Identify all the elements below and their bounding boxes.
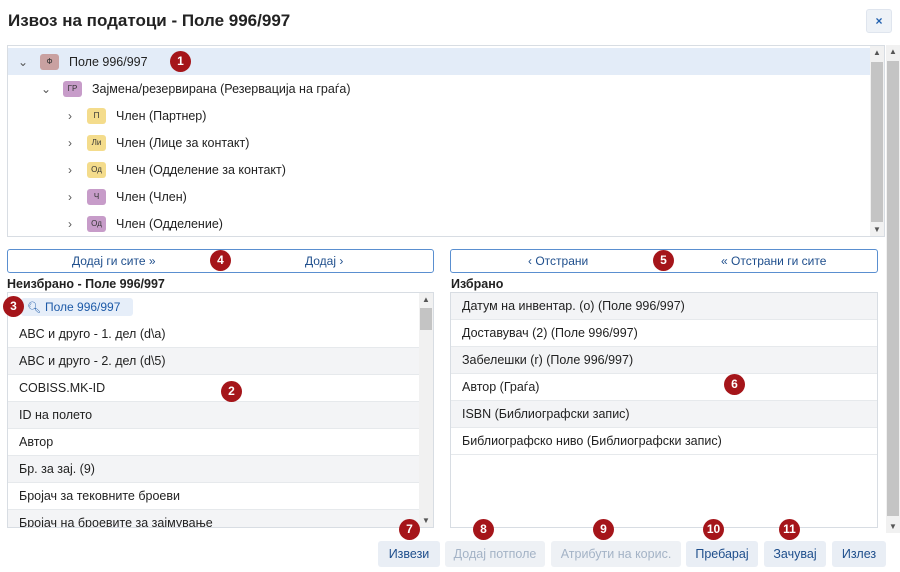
search-button[interactable]: Пребарај [686, 541, 758, 567]
list-item[interactable]: Автор [8, 429, 421, 456]
scroll-thumb[interactable] [871, 62, 883, 222]
exit-button[interactable]: Излез [832, 541, 886, 567]
selected-list[interactable]: Датум на инвентар. (о) (Поле 996/997) До… [450, 292, 878, 528]
add-all-button[interactable]: Додај ги сите » [72, 254, 156, 268]
marker-10: 10 [703, 519, 724, 540]
marker-9: 9 [593, 519, 614, 540]
add-subfield-button[interactable]: Додај потполе [445, 541, 545, 567]
marker-11: 11 [779, 519, 800, 540]
chevron-right-icon[interactable]: › [63, 217, 77, 231]
tree-type-icon: Од [87, 161, 106, 178]
unselected-list-scrollbar[interactable]: ▲ ▼ [419, 293, 433, 527]
dialog-scrollbar-track: ▲ ▼ [886, 45, 900, 533]
export-button[interactable]: Извези [378, 541, 440, 567]
list-item[interactable]: Автор (Граѓа) [451, 374, 877, 401]
scroll-down-icon[interactable]: ▼ [886, 522, 900, 531]
unselected-list[interactable]: ABC и друго - 1. дел (d\a) ABC и друго -… [7, 292, 434, 528]
search-icon: 🔍︎ [27, 301, 41, 314]
list-item[interactable]: Бројач на броевите за зајмување [8, 510, 421, 527]
dialog-title: Извоз на податоци - Поле 996/997 [8, 11, 291, 30]
tree-node[interactable]: › Од Член (Одделение за контакт) [63, 156, 286, 183]
list-item[interactable]: Забелешки (r) (Поле 996/997) [451, 347, 877, 374]
tree-node[interactable]: ⌄ ГР Зајмена/резервирана (Резервација на… [39, 75, 351, 102]
scroll-thumb[interactable] [420, 308, 432, 330]
tree-node-root[interactable]: ⌄ Ф Поле 996/997 [8, 48, 872, 75]
tree-node-label: Поле 996/997 [69, 54, 148, 69]
list-item[interactable]: ID на полето [8, 402, 421, 429]
list-item[interactable]: ISBN (Библиографски запис) [451, 401, 877, 428]
scroll-up-icon[interactable]: ▲ [419, 295, 433, 304]
marker-6: 6 [724, 374, 745, 395]
unselected-pane-title: Неизбрано - Поле 996/997 [7, 277, 165, 291]
list-item[interactable]: ABC и друго - 1. дел (d\a) [8, 321, 421, 348]
search-chip-label: Поле 996/997 [44, 300, 121, 314]
tree-type-icon: Од [87, 215, 106, 232]
tree-node-label: Член (Одделение за контакт) [116, 162, 286, 177]
marker-7: 7 [399, 519, 420, 540]
tree-node-label: Член (Лице за контакт) [116, 135, 250, 150]
scroll-up-icon[interactable]: ▲ [886, 47, 900, 56]
scroll-up-icon[interactable]: ▲ [870, 48, 884, 57]
scroll-thumb[interactable] [887, 61, 899, 516]
chevron-right-icon[interactable]: › [63, 136, 77, 150]
marker-4: 4 [210, 250, 231, 271]
list-item[interactable]: Датум на инвентар. (о) (Поле 996/997) [451, 293, 877, 320]
close-button[interactable]: × [866, 9, 892, 33]
scroll-down-icon[interactable]: ▼ [419, 516, 433, 525]
export-dialog: Извоз на податоци - Поле 996/997 × ⌄ Ф П… [0, 0, 900, 572]
remove-button[interactable]: ‹ Отстрани [528, 254, 588, 268]
tree-node[interactable]: › Ч Член (Член) [63, 183, 187, 210]
remove-all-button[interactable]: « Отстрани ги сите [721, 254, 826, 268]
tree-scrollbar[interactable]: ▲ ▼ [870, 46, 884, 236]
tree-node-label: Член (Член) [116, 189, 187, 204]
marker-3: 3 [3, 296, 24, 317]
tree-node[interactable]: › Ли Член (Лице за контакт) [63, 129, 249, 156]
tree-node-label: Член (Партнер) [116, 108, 207, 123]
dialog-scrollbar[interactable]: ▲ ▼ [886, 45, 900, 533]
list-item[interactable]: COBISS.MK-ID [8, 375, 421, 402]
scroll-down-icon[interactable]: ▼ [870, 225, 884, 234]
tree-node-label: Зајмена/резервирана (Резервација на граѓ… [92, 81, 351, 96]
field-tree[interactable]: ⌄ Ф Поле 996/997 ⌄ ГР Зајмена/резервиран… [7, 45, 885, 237]
list-item[interactable]: Библиографско ниво (Библиографски запис) [451, 428, 877, 455]
list-item[interactable]: Бројач за тековните броеви [8, 483, 421, 510]
tree-node[interactable]: › Од Член (Одделение) [63, 210, 223, 236]
marker-1: 1 [170, 51, 191, 72]
list-item[interactable]: Доставувач (2) (Поле 996/997) [451, 320, 877, 347]
search-filter-chip[interactable]: 🔍︎ Поле 996/997 [21, 298, 133, 316]
selected-pane-title: Избрано [451, 277, 504, 291]
marker-8: 8 [473, 519, 494, 540]
chevron-right-icon[interactable]: › [63, 190, 77, 204]
chevron-down-icon[interactable]: ⌄ [39, 82, 53, 96]
list-item[interactable]: Бр. за зај. (9) [8, 456, 421, 483]
chevron-right-icon[interactable]: › [63, 163, 77, 177]
tree-node[interactable]: › П Член (Партнер) [63, 102, 206, 129]
marker-5: 5 [653, 250, 674, 271]
save-button[interactable]: Зачувај [764, 541, 826, 567]
marker-2: 2 [221, 381, 242, 402]
add-button[interactable]: Додај › [305, 254, 343, 268]
dialog-header: Извоз на податоци - Поле 996/997 × [0, 0, 900, 44]
list-item[interactable]: ABC и друго - 2. дел (d\5) [8, 348, 421, 375]
user-attributes-button[interactable]: Атрибути на корис. [551, 541, 681, 567]
tree-type-icon: Ф [40, 53, 59, 70]
tree-type-icon: Ли [87, 134, 106, 151]
tree-type-icon: П [87, 107, 106, 124]
tree-node-label: Член (Одделение) [116, 216, 223, 231]
tree-type-icon: Ч [87, 188, 106, 205]
tree-type-icon: ГР [63, 80, 82, 97]
chevron-right-icon[interactable]: › [63, 109, 77, 123]
chevron-down-icon[interactable]: ⌄ [16, 55, 30, 69]
